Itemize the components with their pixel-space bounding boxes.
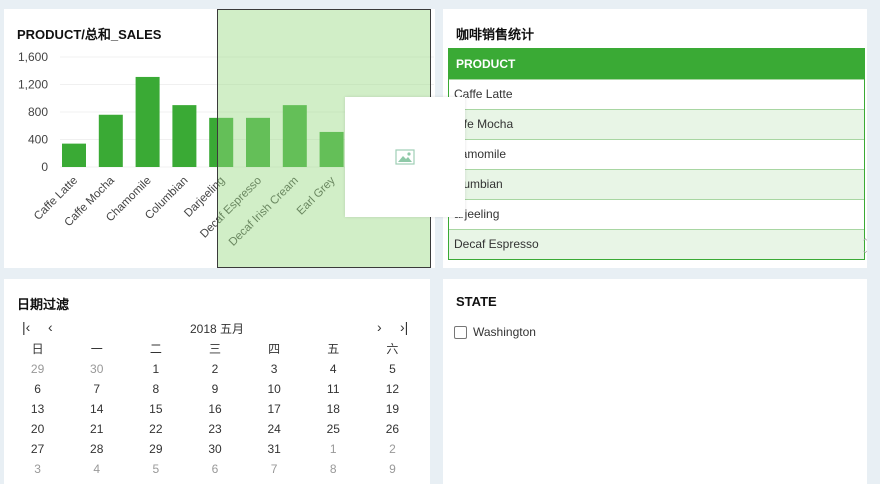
calendar-grid: 日一二三四五六 29 30 1 2 3 4 5 6 7 8 9 10 11 12 13 14 15 16 17 18 19… — [8, 339, 422, 479]
weekday-header: 四 — [268, 342, 281, 356]
calendar-day[interactable]: 22 — [126, 419, 185, 439]
bar[interactable] — [135, 76, 160, 167]
y-tick-label: 400 — [28, 133, 48, 147]
calendar-day[interactable]: 5 — [126, 459, 185, 479]
calendar-month-label: 2018 五月 — [189, 322, 245, 336]
calendar-day[interactable]: 7 — [67, 379, 126, 399]
table-row[interactable]: affe Mocha — [449, 109, 864, 139]
calendar-day[interactable]: 18 — [304, 399, 363, 419]
product-table: PRODUCT Caffe Latte affe Mocha hamomile olu… — [448, 48, 865, 260]
calendar-day[interactable]: 3 — [8, 459, 67, 479]
table-panel: 咖啡销售统计 PRODUCT Caffe Latte affe Mocha hamo… — [443, 9, 869, 268]
calendar-day[interactable]: 3 — [245, 359, 304, 379]
y-tick-label: 800 — [28, 105, 48, 119]
calendar-day[interactable]: 7 — [245, 459, 304, 479]
calendar-day[interactable]: 23 — [185, 419, 244, 439]
table-row[interactable]: Caffe Latte — [449, 79, 864, 109]
calendar-day[interactable]: 13 — [8, 399, 67, 419]
state-option-washington[interactable]: Washington — [454, 325, 536, 339]
calendar-day[interactable]: 24 — [245, 419, 304, 439]
weekday-header: 六 — [386, 342, 399, 356]
bar[interactable] — [62, 143, 86, 167]
scroll-arrows-icon[interactable]: ⌃ ⌄ — [861, 238, 869, 255]
calendar-day[interactable]: 1 — [126, 359, 185, 379]
calendar-day[interactable]: 20 — [8, 419, 67, 439]
weekday-header: 日 — [31, 342, 44, 356]
weekday-header: 五 — [327, 342, 340, 356]
weekday-header: 一 — [90, 342, 103, 356]
calendar-day[interactable]: 19 — [363, 399, 422, 419]
table-row[interactable]: olumbian — [449, 169, 864, 199]
calendar-day[interactable]: 8 — [304, 459, 363, 479]
calendar-day[interactable]: 9 — [363, 459, 422, 479]
table-row[interactable]: Decaf Espresso — [449, 229, 864, 259]
y-tick-label: 1,200 — [18, 78, 48, 92]
bar[interactable] — [172, 105, 197, 167]
state-title: STATE — [456, 294, 497, 309]
calendar-day[interactable]: 6 — [8, 379, 67, 399]
calendar-day[interactable]: 9 — [185, 379, 244, 399]
calendar-day[interactable]: 4 — [304, 359, 363, 379]
state-panel: STATE Washington — [443, 279, 867, 484]
calendar-day[interactable]: 6 — [185, 459, 244, 479]
last-month-icon[interactable]: ›| — [400, 320, 408, 334]
calendar-day[interactable]: 31 — [245, 439, 304, 459]
calendar-day[interactable]: 8 — [126, 379, 185, 399]
state-option-label: Washington — [473, 325, 536, 339]
weekday-header: 二 — [149, 342, 162, 356]
calendar-day[interactable]: 12 — [363, 379, 422, 399]
next-month-icon[interactable]: › — [377, 320, 382, 334]
calendar-day[interactable]: 30 — [67, 359, 126, 379]
calendar-day[interactable]: 5 — [363, 359, 422, 379]
y-tick-label: 0 — [41, 160, 48, 174]
calendar-panel: 日期过滤 |‹ ‹ 2018 五月 › ›| 日一二三四五六 29 30 1 2 3 4 5 6… — [4, 279, 430, 484]
calendar-day[interactable]: 27 — [8, 439, 67, 459]
calendar-day[interactable]: 17 — [245, 399, 304, 419]
table-row[interactable]: arjeeling — [449, 199, 864, 229]
table-row[interactable]: hamomile — [449, 139, 864, 169]
calendar-day[interactable]: 28 — [67, 439, 126, 459]
checkbox[interactable] — [454, 325, 467, 339]
y-tick-label: 1,600 — [18, 50, 48, 64]
chart-tooltip — [345, 97, 465, 217]
calendar-day[interactable]: 25 — [304, 419, 363, 439]
calendar-day[interactable]: 21 — [67, 419, 126, 439]
weekday-header: 三 — [208, 342, 221, 356]
calendar-day[interactable]: 15 — [126, 399, 185, 419]
image-placeholder-icon — [395, 149, 415, 165]
calendar-day[interactable]: 29 — [8, 359, 67, 379]
calendar-day[interactable]: 16 — [185, 399, 244, 419]
calendar-day[interactable]: 10 — [245, 379, 304, 399]
calendar-day[interactable]: 2 — [185, 359, 244, 379]
calendar-day[interactable]: 29 — [126, 439, 185, 459]
calendar-title: 日期过滤 — [17, 297, 70, 312]
calendar-day[interactable]: 30 — [185, 439, 244, 459]
calendar-day[interactable]: 1 — [304, 439, 363, 459]
calendar-day[interactable]: 14 — [67, 399, 126, 419]
table-header-product[interactable]: PRODUCT — [449, 49, 864, 79]
calendar-day[interactable]: 4 — [67, 459, 126, 479]
calendar-day[interactable]: 2 — [363, 439, 422, 459]
calendar-day[interactable]: 26 — [363, 419, 422, 439]
calendar-day[interactable]: 11 — [304, 379, 363, 399]
bar[interactable] — [98, 114, 123, 167]
table-title: 咖啡销售统计 — [456, 27, 535, 42]
